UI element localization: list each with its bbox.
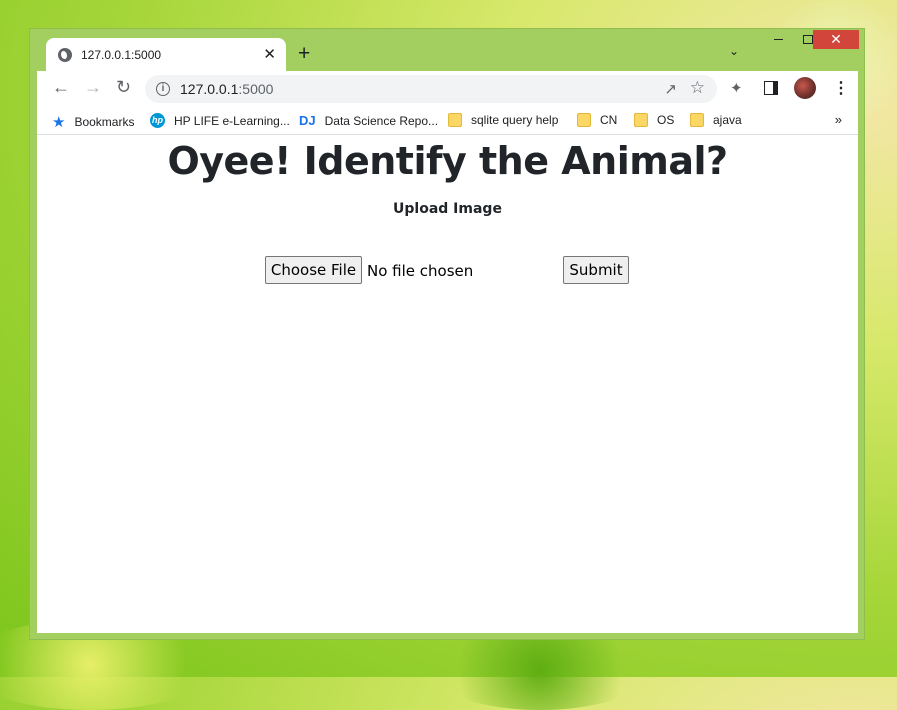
bookmark-label: ajava xyxy=(713,113,742,127)
dj-icon: DJ xyxy=(299,113,316,128)
bookmark-ajava[interactable]: ajava xyxy=(690,113,742,127)
browser-toolbar: ← → ↻ i 127.0.0.1:5000 ↗ ☆ ✦ ⋮ xyxy=(37,71,858,107)
bookmark-bookmarks[interactable]: ★ Bookmarks xyxy=(52,113,134,131)
url-host: 127.0.0.1 xyxy=(180,81,239,97)
more-menu-icon[interactable]: ⋮ xyxy=(833,78,849,98)
star-icon: ★ xyxy=(52,114,66,131)
folder-icon xyxy=(577,113,591,127)
bookmark-label: CN xyxy=(600,113,618,127)
wallpaper-leaf xyxy=(430,630,650,710)
bookmarks-bar: ★ Bookmarks hp HP LIFE e-Learning... DJ … xyxy=(37,107,858,135)
bookmark-label: HP LIFE e-Learning... xyxy=(174,113,290,128)
site-info-icon[interactable]: i xyxy=(156,82,170,96)
url-port: :5000 xyxy=(238,81,274,97)
forward-arrow-icon[interactable]: → xyxy=(84,77,102,98)
bookmark-star-icon[interactable]: ☆ xyxy=(690,78,705,98)
address-bar[interactable]: i 127.0.0.1:5000 ↗ ☆ xyxy=(145,75,717,103)
submit-button[interactable]: Submit xyxy=(563,256,629,284)
back-arrow-icon[interactable]: ← xyxy=(52,77,70,98)
bookmark-label: OS xyxy=(657,113,675,127)
tab-close-icon[interactable]: ✕ xyxy=(263,45,276,63)
bookmark-sqlite[interactable]: sqlite query help xyxy=(448,113,558,127)
upload-image-label: Upload Image xyxy=(393,201,502,217)
browser-tab[interactable]: 127.0.0.1:5000 ✕ xyxy=(46,38,286,72)
folder-icon xyxy=(634,113,648,127)
browser-window: 127.0.0.1:5000 ✕ + ⌄ ✕ ← → ↻ i 127.0.0.1… xyxy=(29,28,865,640)
side-panel-icon[interactable] xyxy=(764,81,778,95)
page-content: Oyee! Identify the Animal? Upload Image … xyxy=(37,135,858,633)
hp-icon: hp xyxy=(150,113,165,128)
choose-file-button[interactable]: Choose File xyxy=(265,256,362,284)
tab-title: 127.0.0.1:5000 xyxy=(81,48,162,62)
bookmarks-overflow-chevron-icon[interactable]: » xyxy=(835,112,842,127)
folder-icon xyxy=(690,113,704,127)
bookmark-label: Data Science Repo... xyxy=(324,113,439,128)
new-tab-button[interactable]: + xyxy=(298,42,310,66)
bookmark-hp-life[interactable]: hp HP LIFE e-Learning... xyxy=(150,113,290,128)
bookmark-cn[interactable]: CN xyxy=(577,113,617,127)
bookmark-data-science[interactable]: DJ Data Science Repo... xyxy=(299,113,438,128)
page-title: Oyee! Identify the Animal? xyxy=(167,139,728,183)
extensions-puzzle-icon[interactable]: ✦ xyxy=(730,79,744,97)
bookmark-os[interactable]: OS xyxy=(634,113,674,127)
share-icon[interactable]: ↗ xyxy=(664,80,677,98)
tab-search-chevron-icon[interactable]: ⌄ xyxy=(729,44,739,58)
folder-icon xyxy=(448,113,462,127)
url-text[interactable]: 127.0.0.1:5000 xyxy=(180,81,273,97)
window-close-button[interactable]: ✕ xyxy=(813,30,859,49)
globe-icon xyxy=(58,48,72,62)
file-status-text: No file chosen xyxy=(367,262,474,280)
minimize-button[interactable] xyxy=(763,31,793,47)
profile-avatar[interactable] xyxy=(794,77,816,99)
bookmark-label: Bookmarks xyxy=(74,115,135,129)
bookmark-label: sqlite query help xyxy=(471,113,559,127)
reload-icon[interactable]: ↻ xyxy=(116,77,131,98)
